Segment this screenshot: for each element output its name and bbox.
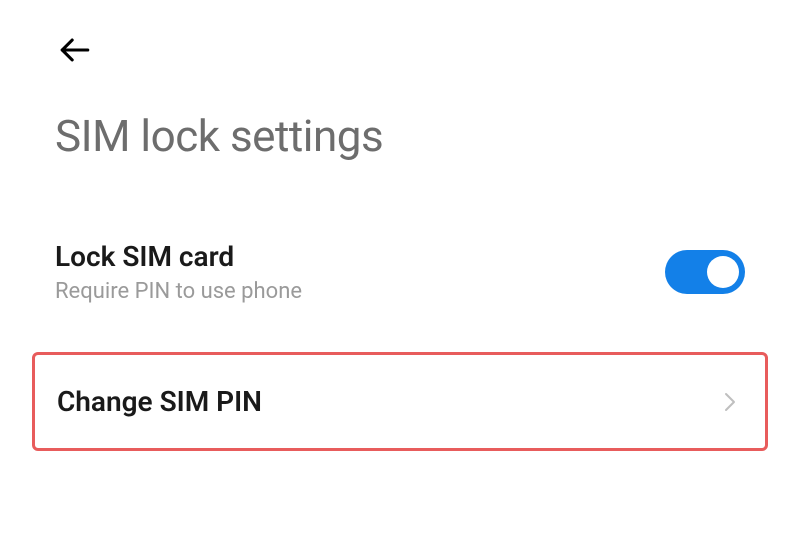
arrow-left-icon [58,33,92,67]
chevron-right-icon [719,390,743,414]
lock-sim-label: Lock SIM card [55,240,302,273]
toggle-knob [707,256,739,288]
change-sim-pin-label: Change SIM PIN [57,385,262,418]
back-button[interactable] [55,30,95,70]
change-sim-pin-row[interactable]: Change SIM PIN [32,352,768,451]
lock-sim-text: Lock SIM card Require PIN to use phone [55,240,302,304]
lock-sim-row[interactable]: Lock SIM card Require PIN to use phone [0,222,800,334]
lock-sim-description: Require PIN to use phone [55,279,302,304]
page-title: SIM lock settings [0,70,800,222]
lock-sim-toggle[interactable] [665,250,745,294]
header [0,0,800,70]
